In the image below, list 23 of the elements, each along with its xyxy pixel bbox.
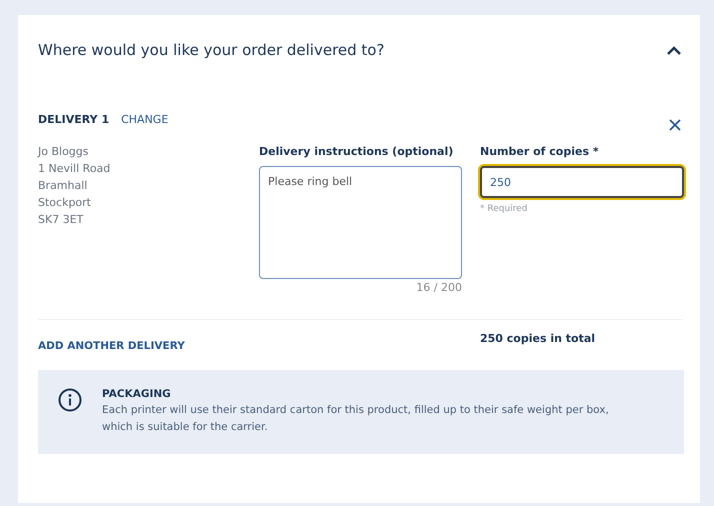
chevron-icon <box>667 46 681 54</box>
address-line: Jo Bloggs <box>38 144 90 160</box>
close-button[interactable] <box>667 117 683 133</box>
address-line: 1 Nevill Road <box>38 161 112 177</box>
field-label: Number of copies * <box>480 145 600 158</box>
info-icon <box>58 388 82 412</box>
add-delivery-link[interactable]: ADD ANOTHER DELIVERY <box>38 340 480 352</box>
notice-title: PACKAGING <box>102 388 172 400</box>
close-icon <box>669 119 681 131</box>
collapse-button[interactable] <box>665 44 683 56</box>
field-label: Delivery instructions (optional) <box>259 145 454 158</box>
address-line: Stockport <box>38 195 92 211</box>
notice-text: Each printer will use their standard carton for this product, filled up to their safe weight per box, which is suitable for the carrier. <box>102 403 610 435</box>
section-title: Where would you like your order delivered to? <box>38 41 384 59</box>
delivery-label: DELIVERY 1 <box>38 112 110 126</box>
copies-field[interactable]: 250 <box>480 166 684 198</box>
change-link[interactable]: CHANGE <box>121 112 168 126</box>
character-counter: 16 / 200 <box>416 281 462 294</box>
required-hint: * Required <box>480 204 528 214</box>
address-line: SK7 3ET <box>38 212 84 228</box>
instructions-field[interactable]: Please ring bell <box>259 166 462 279</box>
address-line: Bramhall <box>38 178 88 194</box>
copies-total: 250 copies in total <box>480 332 596 347</box>
